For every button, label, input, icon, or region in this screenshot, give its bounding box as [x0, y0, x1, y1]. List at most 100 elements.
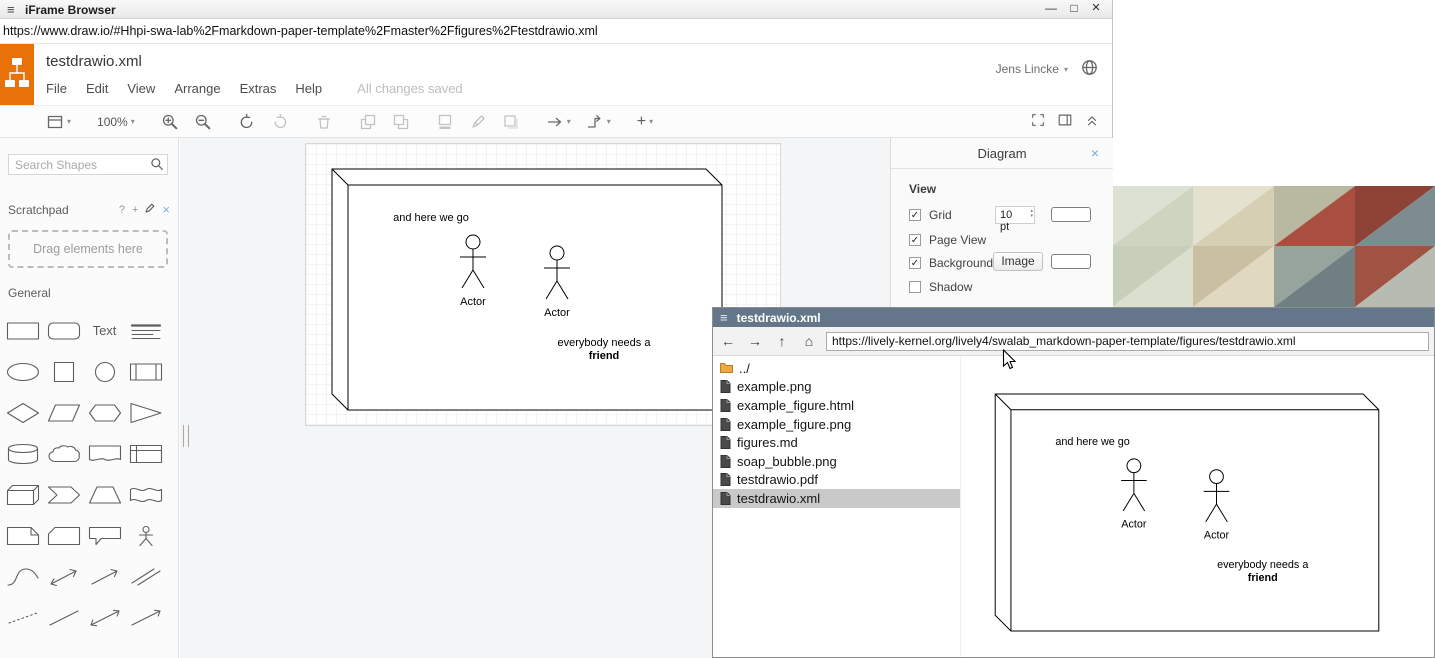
- shape-bidirectional-arrow[interactable]: [44, 557, 84, 597]
- diagram[interactable]: and here we go Actor Actor everybody nee…: [331, 168, 723, 411]
- spinner-down-icon[interactable]: ▾: [1030, 214, 1033, 219]
- format-panel-button[interactable]: [1057, 112, 1073, 131]
- cube-shape[interactable]: [332, 169, 722, 410]
- menu-extras[interactable]: Extras: [240, 81, 277, 96]
- url-bar[interactable]: https://www.draw.io/#Hhpi-swa-lab%2Fmark…: [0, 19, 1112, 44]
- add-icon[interactable]: +: [132, 204, 138, 216]
- waypoints-button[interactable]: ▾: [586, 113, 611, 131]
- up-button[interactable]: ↑: [772, 330, 792, 352]
- section-general[interactable]: General: [8, 286, 51, 300]
- file-row[interactable]: soap_bubble.png: [713, 452, 960, 471]
- shape-actor[interactable]: [126, 516, 166, 556]
- close-button[interactable]: ×: [1087, 0, 1105, 16]
- file-row[interactable]: testdrawio.xml: [713, 489, 960, 508]
- to-back-button[interactable]: [392, 113, 410, 131]
- background-color-swatch[interactable]: [1051, 254, 1091, 269]
- language-globe-icon[interactable]: [1081, 59, 1098, 79]
- connection-button[interactable]: ▾: [546, 113, 571, 131]
- shape-cylinder[interactable]: [3, 434, 43, 474]
- file-row[interactable]: figures.md: [713, 433, 960, 452]
- shape-hexagon[interactable]: [85, 393, 125, 433]
- tab-diagram[interactable]: Diagram: [977, 146, 1026, 161]
- maximize-button[interactable]: □: [1065, 1, 1083, 15]
- shape-bidirectional-connector[interactable]: [85, 598, 125, 638]
- window-menu-icon[interactable]: ≡: [7, 2, 15, 17]
- window-titlebar[interactable]: ≡ iFrame Browser — □ ×: [0, 0, 1112, 19]
- collapse-toolbar-button[interactable]: [1084, 112, 1100, 131]
- grid-checkbox[interactable]: ✓: [909, 209, 921, 221]
- delete-button[interactable]: [315, 113, 333, 131]
- search-icon[interactable]: [150, 157, 164, 174]
- address-input[interactable]: [826, 332, 1429, 351]
- menu-arrange[interactable]: Arrange: [174, 81, 220, 96]
- page-view-checkbox[interactable]: ✓: [909, 234, 921, 246]
- file-browser-titlebar[interactable]: ≡ testdrawio.xml: [713, 308, 1434, 327]
- file-row[interactable]: example_figure.png: [713, 415, 960, 434]
- fill-color-button[interactable]: [436, 113, 454, 131]
- home-button[interactable]: ⌂: [799, 330, 819, 352]
- file-row[interactable]: example_figure.html: [713, 396, 960, 415]
- search-shapes-box[interactable]: [8, 154, 168, 175]
- redo-button[interactable]: [271, 113, 289, 131]
- menu-help[interactable]: Help: [295, 81, 322, 96]
- menu-edit[interactable]: Edit: [86, 81, 108, 96]
- shape-callout[interactable]: [85, 516, 125, 556]
- file-row[interactable]: ../: [713, 359, 960, 378]
- shape-card[interactable]: [44, 516, 84, 556]
- shape-directional-connector[interactable]: [126, 598, 166, 638]
- view-dropdown[interactable]: ▾: [46, 113, 71, 131]
- search-input[interactable]: [8, 154, 168, 175]
- shape-cube[interactable]: [3, 475, 43, 515]
- scratchpad-close-icon[interactable]: ×: [162, 202, 170, 217]
- shape-ellipse[interactable]: [3, 352, 43, 392]
- file-row[interactable]: example.png: [713, 378, 960, 397]
- help-icon[interactable]: ?: [119, 204, 125, 216]
- shape-dotted-line[interactable]: [3, 598, 43, 638]
- grid-color-swatch[interactable]: [1051, 207, 1091, 222]
- fullscreen-button[interactable]: [1030, 112, 1046, 131]
- shadow-button[interactable]: [502, 113, 520, 131]
- image-button[interactable]: Image: [993, 252, 1043, 271]
- line-color-button[interactable]: [469, 113, 487, 131]
- shape-triangle[interactable]: [126, 393, 166, 433]
- forward-button[interactable]: →: [745, 330, 765, 352]
- menu-file[interactable]: File: [46, 81, 67, 96]
- shape-square[interactable]: [44, 352, 84, 392]
- minimize-button[interactable]: —: [1042, 1, 1060, 15]
- to-front-button[interactable]: [359, 113, 377, 131]
- zoom-in-button[interactable]: [161, 113, 179, 131]
- shape-textbox[interactable]: [126, 311, 166, 351]
- shape-link[interactable]: [126, 557, 166, 597]
- shape-internal-storage[interactable]: [126, 434, 166, 474]
- shadow-checkbox[interactable]: [909, 281, 921, 293]
- shape-note[interactable]: [3, 516, 43, 556]
- edit-pencil-icon[interactable]: [145, 203, 155, 216]
- shape-line[interactable]: [44, 598, 84, 638]
- shape-curve[interactable]: [3, 557, 43, 597]
- zoom-out-button[interactable]: [194, 113, 212, 131]
- panel-close-icon[interactable]: ×: [1091, 138, 1099, 169]
- insert-button[interactable]: + ▾: [637, 113, 653, 131]
- shape-process[interactable]: [126, 352, 166, 392]
- shape-tape[interactable]: [126, 475, 166, 515]
- shape-circle[interactable]: [85, 352, 125, 392]
- shape-step[interactable]: [44, 475, 84, 515]
- file-row[interactable]: testdrawio.pdf: [713, 471, 960, 490]
- shape-arrow[interactable]: [85, 557, 125, 597]
- undo-button[interactable]: [238, 113, 256, 131]
- shape-cloud[interactable]: [44, 434, 84, 474]
- shape-parallelogram[interactable]: [44, 393, 84, 433]
- user-menu[interactable]: Jens Lincke ▾: [996, 62, 1068, 76]
- scratchpad-drop-area[interactable]: Drag elements here: [8, 230, 168, 268]
- window-menu-icon[interactable]: ≡: [720, 310, 728, 325]
- shape-diamond[interactable]: [3, 393, 43, 433]
- sidebar-splitter-handle[interactable]: [183, 425, 189, 447]
- shape-rectangle[interactable]: [3, 311, 43, 351]
- back-button[interactable]: ←: [718, 330, 738, 352]
- shape-document[interactable]: [85, 434, 125, 474]
- zoom-level-dropdown[interactable]: 100% ▾: [97, 115, 135, 129]
- background-checkbox[interactable]: ✓: [909, 257, 921, 269]
- grid-size-input[interactable]: 10 pt ▴ ▾: [995, 206, 1035, 224]
- shape-text[interactable]: Text: [85, 311, 125, 351]
- shape-trapezoid[interactable]: [85, 475, 125, 515]
